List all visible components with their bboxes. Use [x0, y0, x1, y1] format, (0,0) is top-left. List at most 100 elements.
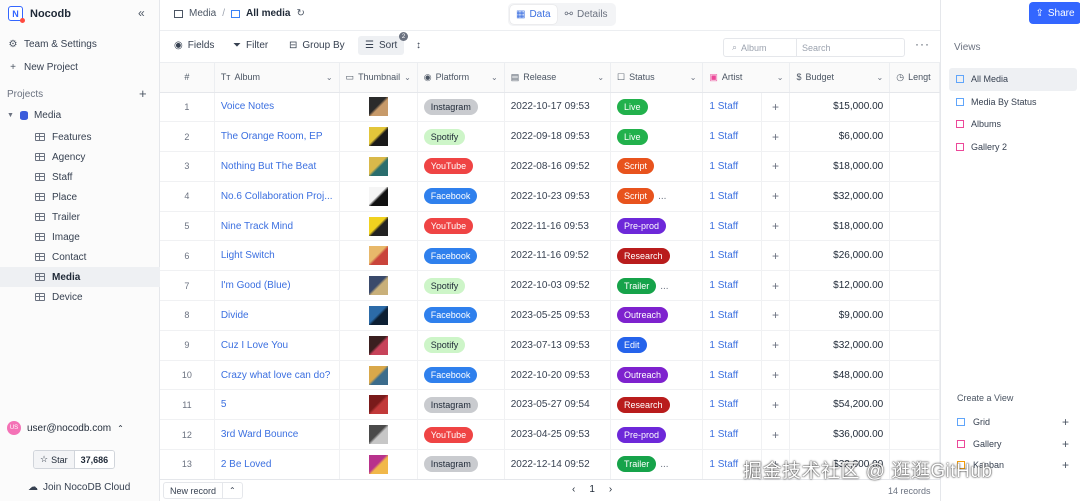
- status-cell[interactable]: Edit: [610, 330, 704, 361]
- sidebar-table-trailer[interactable]: Trailer: [0, 207, 160, 227]
- length-cell[interactable]: [889, 419, 940, 451]
- add-link-icon[interactable]: +: [761, 330, 791, 361]
- table-row[interactable]: 12 3rd Ward Bounce YouTube 2023-04-25 09:53…: [160, 419, 940, 451]
- table-row[interactable]: 5 Nine Track Mind YouTube 2022-11-16 09:53 P…: [160, 211, 940, 242]
- album-cell[interactable]: 5: [214, 389, 340, 421]
- chevron-down-icon[interactable]: ⌄: [877, 73, 884, 82]
- table-row[interactable]: 8 Divide Facebook 2023-05-25 09:53 Outreach 1…: [160, 300, 940, 331]
- platform-cell[interactable]: Spotify: [417, 121, 505, 153]
- artist-link[interactable]: 1 Staff: [709, 221, 738, 232]
- expand-triangle-icon[interactable]: ▼: [7, 112, 14, 119]
- chevron-down-icon[interactable]: ⌄: [690, 73, 697, 82]
- artist-cell[interactable]: 1 Staff: [702, 330, 762, 361]
- status-cell[interactable]: Trailer...: [610, 270, 704, 302]
- platform-cell[interactable]: Facebook: [417, 360, 505, 391]
- release-cell[interactable]: 2023-05-27 09:54: [504, 389, 612, 421]
- artist-cell[interactable]: 1 Staff: [702, 181, 762, 212]
- status-cell[interactable]: Outreach: [610, 300, 704, 331]
- current-page[interactable]: 1: [589, 484, 595, 495]
- album-cell[interactable]: Divide: [214, 300, 340, 331]
- add-link-icon[interactable]: +: [761, 151, 791, 182]
- next-page-button[interactable]: ›: [609, 484, 612, 495]
- artist-cell[interactable]: 1 Staff: [702, 419, 762, 451]
- status-cell[interactable]: Pre-prod: [610, 419, 704, 451]
- table-row[interactable]: 9 Cuz I Love You Spotify 2023-07-13 09:53 Ed…: [160, 330, 940, 361]
- search-input[interactable]: Search: [797, 39, 831, 56]
- reload-icon[interactable]: ↻: [297, 8, 305, 19]
- length-cell[interactable]: [889, 181, 940, 212]
- budget-cell[interactable]: $18,000.00: [789, 151, 891, 182]
- album-cell[interactable]: I'm Good (Blue): [214, 270, 340, 302]
- chevron-down-icon[interactable]: ⌄: [491, 73, 498, 82]
- sidebar-table-features[interactable]: Features: [0, 127, 160, 147]
- sidebar-table-staff[interactable]: Staff: [0, 167, 160, 187]
- release-cell[interactable]: 2023-05-25 09:53: [504, 300, 612, 331]
- status-cell[interactable]: Pre-prod: [610, 211, 704, 242]
- platform-cell[interactable]: Facebook: [417, 300, 505, 331]
- budget-cell[interactable]: $26,000.00: [789, 240, 891, 272]
- length-cell[interactable]: [889, 270, 940, 302]
- artist-link[interactable]: 1 Staff: [709, 340, 738, 351]
- budget-cell[interactable]: $32,000.00: [789, 181, 891, 212]
- status-cell[interactable]: Live: [610, 92, 704, 123]
- artist-link[interactable]: 1 Staff: [709, 399, 738, 410]
- new-project-link[interactable]: + New Project: [8, 62, 78, 73]
- search-box[interactable]: ⌕ Album Search: [723, 38, 905, 57]
- platform-cell[interactable]: YouTube: [417, 419, 505, 451]
- thumbnail-cell[interactable]: [339, 360, 418, 391]
- artist-cell[interactable]: 1 Staff: [702, 151, 762, 182]
- thumbnail-cell[interactable]: [339, 92, 418, 123]
- status-cell[interactable]: Outreach: [610, 360, 704, 391]
- github-star-button[interactable]: ☆ Star 37,686: [33, 450, 116, 469]
- release-cell[interactable]: 2022-11-16 09:53: [504, 211, 612, 242]
- budget-cell[interactable]: $6,000.00: [789, 121, 891, 153]
- table-row[interactable]: 6 Light Switch Facebook 2022-11-16 09:52 Res…: [160, 240, 940, 272]
- release-cell[interactable]: 2022-10-20 09:53: [504, 360, 612, 391]
- album-cover-image[interactable]: [368, 156, 388, 176]
- release-cell[interactable]: 2023-04-25 09:53: [504, 419, 612, 451]
- add-link-icon[interactable]: +: [761, 92, 791, 123]
- header-album[interactable]: Tт Album ⌄: [214, 63, 340, 93]
- add-link-icon[interactable]: +: [761, 121, 791, 153]
- table-row[interactable]: 7 I'm Good (Blue) Spotify 2022-10-03 09:52 T…: [160, 270, 940, 302]
- project-media[interactable]: ▼ Media: [7, 110, 61, 121]
- thumbnail-cell[interactable]: [339, 270, 418, 302]
- add-link-icon[interactable]: +: [761, 389, 791, 421]
- thumbnail-cell[interactable]: [339, 151, 418, 182]
- thumbnail-cell[interactable]: [339, 121, 418, 153]
- album-cell[interactable]: Crazy what love can do?: [214, 360, 340, 391]
- platform-cell[interactable]: YouTube: [417, 151, 505, 182]
- album-cover-image[interactable]: [368, 276, 388, 296]
- header-release[interactable]: ▤ Release ⌄: [504, 63, 612, 93]
- status-cell[interactable]: Live: [610, 121, 704, 153]
- artist-cell[interactable]: 1 Staff: [702, 389, 762, 421]
- filter-button[interactable]: ⏷ Filter: [233, 40, 268, 51]
- table-row[interactable]: 10 Crazy what love can do? Facebook 2022-10…: [160, 360, 940, 391]
- thumbnail-cell[interactable]: [339, 211, 418, 242]
- add-link-icon[interactable]: +: [761, 300, 791, 331]
- album-cover-image[interactable]: [368, 216, 388, 236]
- artist-cell[interactable]: 1 Staff: [702, 300, 762, 331]
- budget-cell[interactable]: $48,000.00: [789, 360, 891, 391]
- tab-data[interactable]: ▦ Data: [510, 5, 557, 24]
- artist-cell[interactable]: 1 Staff: [702, 360, 762, 391]
- sidebar-table-device[interactable]: Device: [0, 287, 160, 307]
- status-cell[interactable]: Script: [610, 151, 704, 182]
- album-cell[interactable]: Cuz I Love You: [214, 330, 340, 361]
- platform-cell[interactable]: Instagram: [417, 92, 505, 123]
- caret-up-icon[interactable]: ⌃: [222, 483, 242, 498]
- album-cover-image[interactable]: [368, 395, 388, 415]
- budget-cell[interactable]: $54,200.00: [789, 389, 891, 421]
- row-height-icon[interactable]: ↕: [416, 40, 421, 51]
- sidebar-table-place[interactable]: Place: [0, 187, 160, 207]
- add-project-icon[interactable]: +: [139, 86, 147, 101]
- collapse-sidebar-icon[interactable]: «: [138, 6, 145, 20]
- album-cover-image[interactable]: [368, 305, 388, 325]
- plus-icon[interactable]: +: [1062, 458, 1069, 472]
- artist-link[interactable]: 1 Staff: [709, 429, 738, 440]
- add-link-icon[interactable]: +: [761, 240, 791, 272]
- artist-link[interactable]: 1 Staff: [709, 280, 738, 291]
- length-cell[interactable]: [889, 121, 940, 153]
- artist-cell[interactable]: 1 Staff: [702, 240, 762, 272]
- budget-cell[interactable]: $36,000.00: [789, 419, 891, 451]
